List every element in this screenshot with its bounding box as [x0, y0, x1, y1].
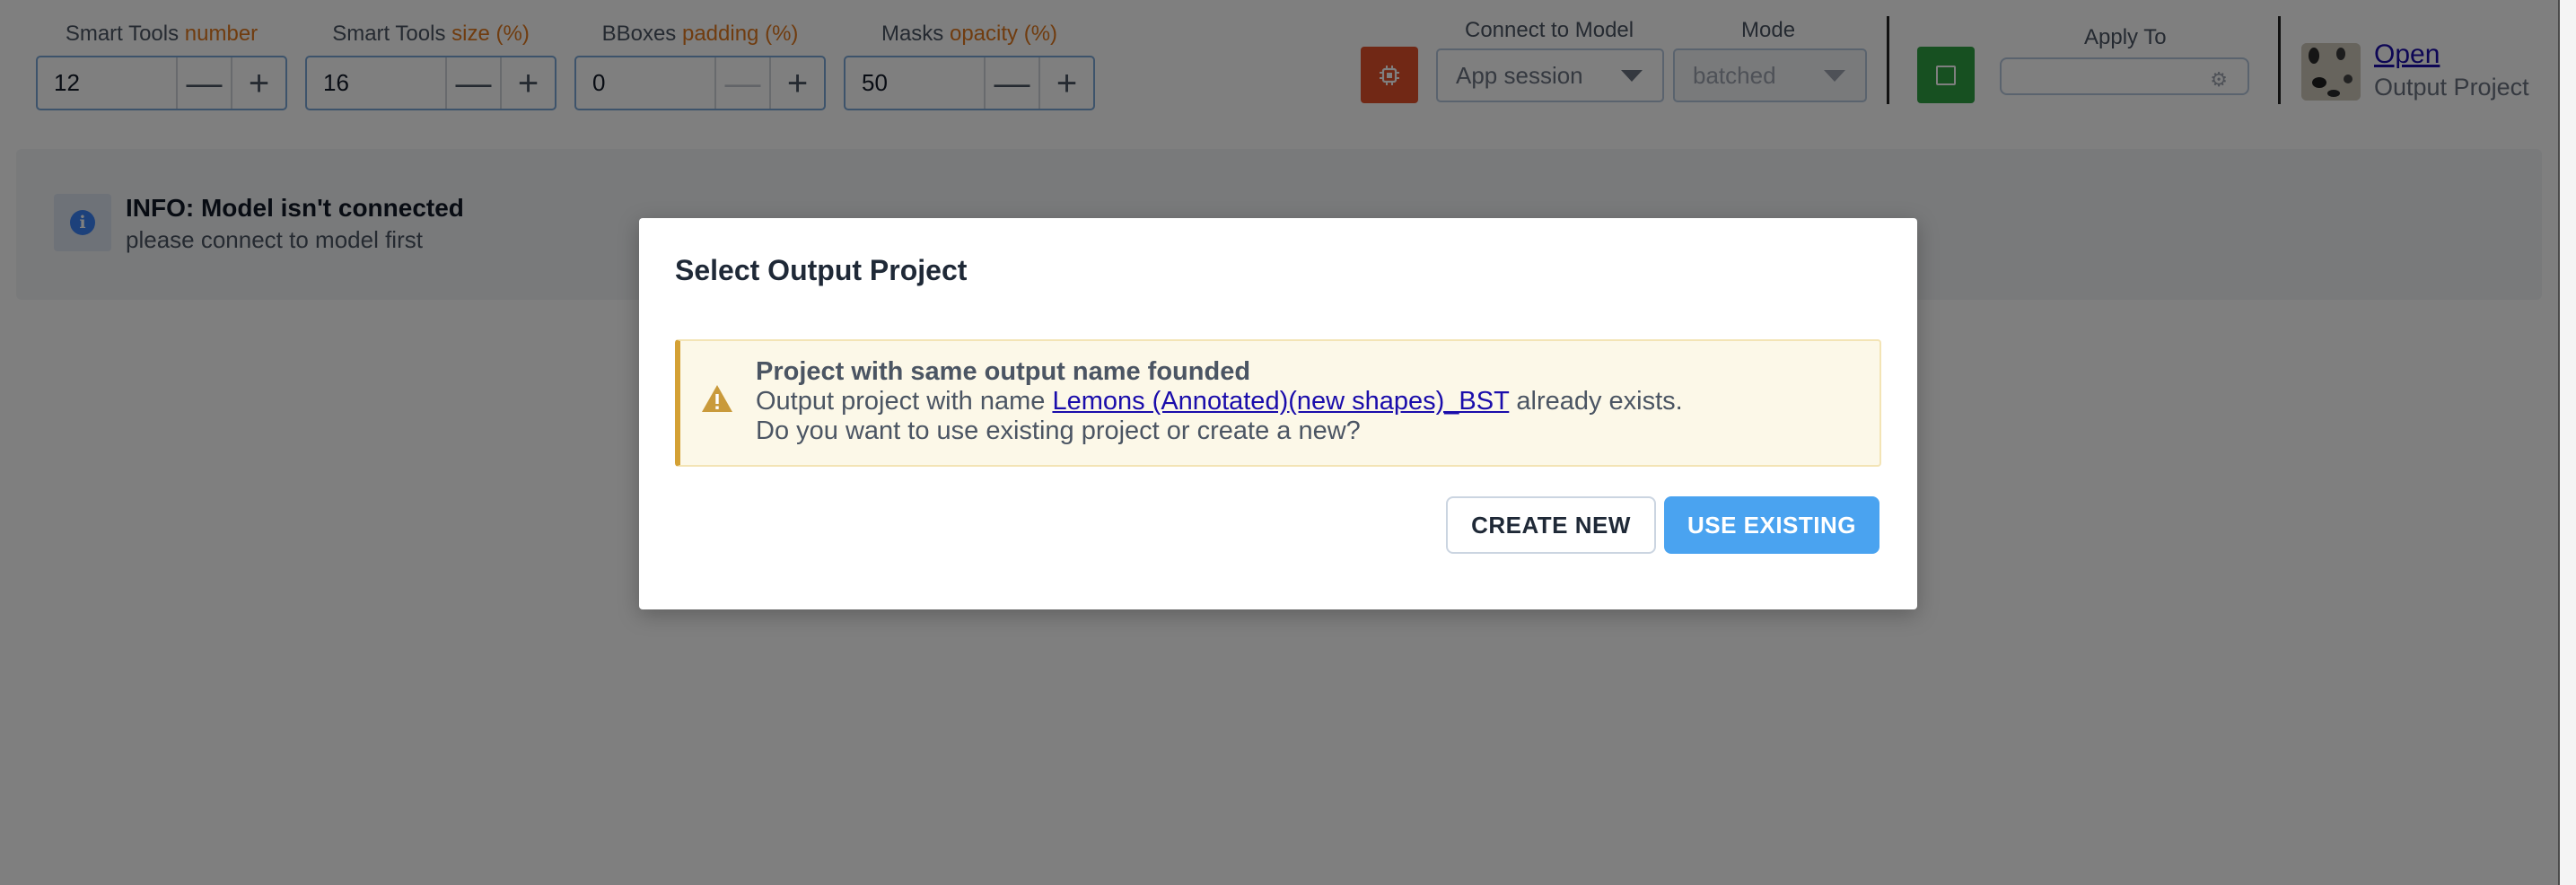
select-output-project-dialog: Select Output Project Project with same … — [639, 218, 1917, 609]
create-new-button[interactable]: CREATE NEW — [1446, 496, 1656, 554]
warning-line-2: Do you want to use existing project or c… — [756, 416, 1361, 445]
warning-icon — [702, 385, 732, 412]
dialog-title: Select Output Project — [675, 254, 968, 286]
scrollbar-border — [2558, 0, 2560, 885]
scrollbar-track[interactable] — [2558, 0, 2576, 885]
warning-line-1: Output project with name Lemons (Annotat… — [756, 387, 1683, 416]
warning-alert: Project with same output name founded Ou… — [675, 339, 1881, 467]
existing-project-link[interactable]: Lemons (Annotated)(new shapes)_BST — [1052, 387, 1509, 416]
warning-title: Project with same output name founded — [756, 357, 1251, 386]
use-existing-button[interactable]: USE EXISTING — [1664, 496, 1879, 554]
